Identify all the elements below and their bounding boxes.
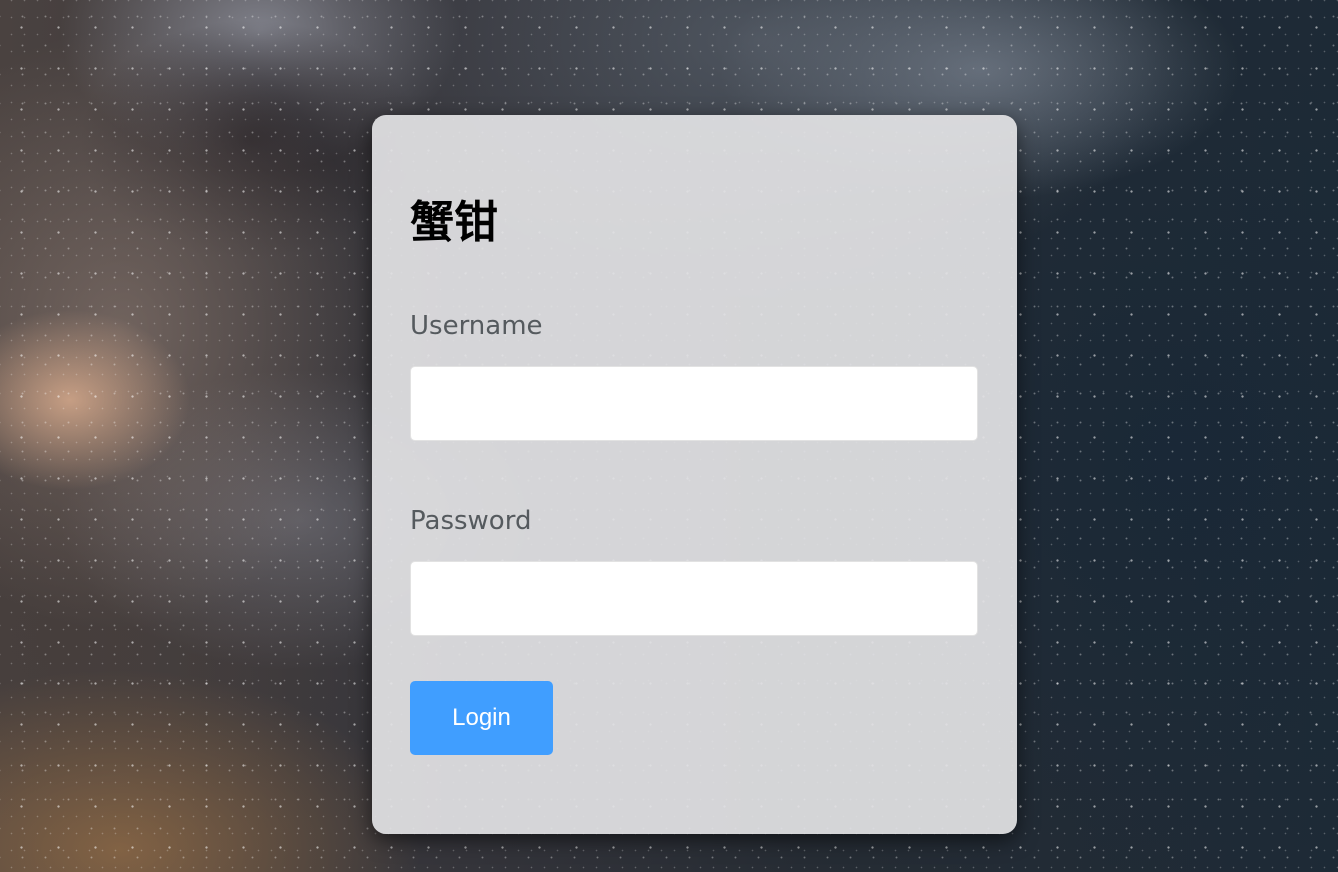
password-input[interactable]	[410, 561, 978, 636]
login-button[interactable]: Login	[410, 681, 553, 755]
username-input[interactable]	[410, 366, 978, 441]
username-label: Username	[410, 311, 543, 341]
login-title: 蟹钳	[410, 197, 498, 248]
password-label: Password	[410, 506, 532, 536]
login-card: 蟹钳 Username Password Login	[372, 115, 1017, 834]
